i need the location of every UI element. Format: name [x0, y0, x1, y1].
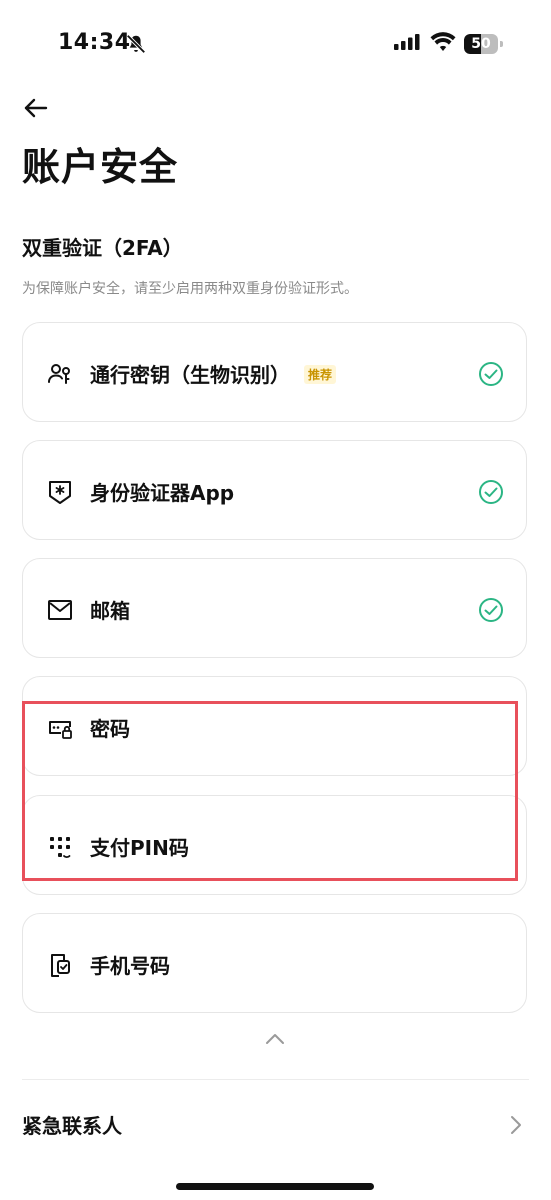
card-phone[interactable]: 手机号码	[22, 913, 527, 1013]
card-email[interactable]: 邮箱	[22, 558, 527, 658]
home-indicator	[176, 1183, 374, 1190]
emergency-contact-row[interactable]: 紧急联系人	[22, 1098, 529, 1150]
section-title-2fa: 双重验证（2FA）	[22, 236, 183, 260]
wifi-icon	[430, 32, 456, 51]
chevron-up-icon[interactable]	[262, 1030, 288, 1048]
check-circle-icon	[479, 598, 503, 622]
passkey-label: 通行密钥（生物识别）	[90, 363, 290, 387]
page-title: 账户安全	[22, 145, 179, 189]
check-circle-icon	[479, 480, 503, 504]
card-password[interactable]: 密码	[22, 676, 527, 776]
cellular-signal-icon	[394, 34, 420, 50]
card-passkey[interactable]: 通行密钥（生物识别） 推荐	[22, 322, 527, 422]
battery-level: 50	[471, 36, 491, 52]
status-time: 14:34	[58, 30, 131, 55]
section-description: 为保障账户安全，请至少启用两种双重身份验证形式。	[22, 281, 358, 297]
back-arrow-icon[interactable]	[20, 92, 52, 124]
chevron-right-icon	[511, 1116, 521, 1134]
card-label: 支付PIN码	[90, 836, 189, 860]
battery-icon: 50	[464, 34, 504, 54]
card-label: 手机号码	[90, 954, 170, 978]
check-circle-icon	[479, 362, 503, 386]
passkey-icon	[48, 364, 70, 384]
card-label: 密码	[90, 717, 130, 741]
divider	[22, 1079, 529, 1080]
authenticator-icon	[49, 481, 71, 504]
password-icon	[49, 721, 72, 739]
card-label: 身份验证器App	[90, 481, 235, 505]
card-authenticator[interactable]: 身份验证器App	[22, 440, 527, 540]
pin-keypad-icon	[50, 837, 71, 859]
card-payment-pin[interactable]: 支付PIN码	[22, 795, 527, 895]
phone-icon	[51, 954, 70, 977]
emergency-contact-label: 紧急联系人	[22, 1114, 122, 1138]
status-bar: 14:34 50	[0, 0, 551, 90]
bell-off-icon	[126, 34, 146, 54]
card-label: 通行密钥（生物识别） 推荐	[90, 359, 337, 388]
mail-icon	[48, 600, 72, 620]
card-label: 邮箱	[90, 599, 130, 623]
recommended-badge: 推荐	[304, 365, 337, 384]
